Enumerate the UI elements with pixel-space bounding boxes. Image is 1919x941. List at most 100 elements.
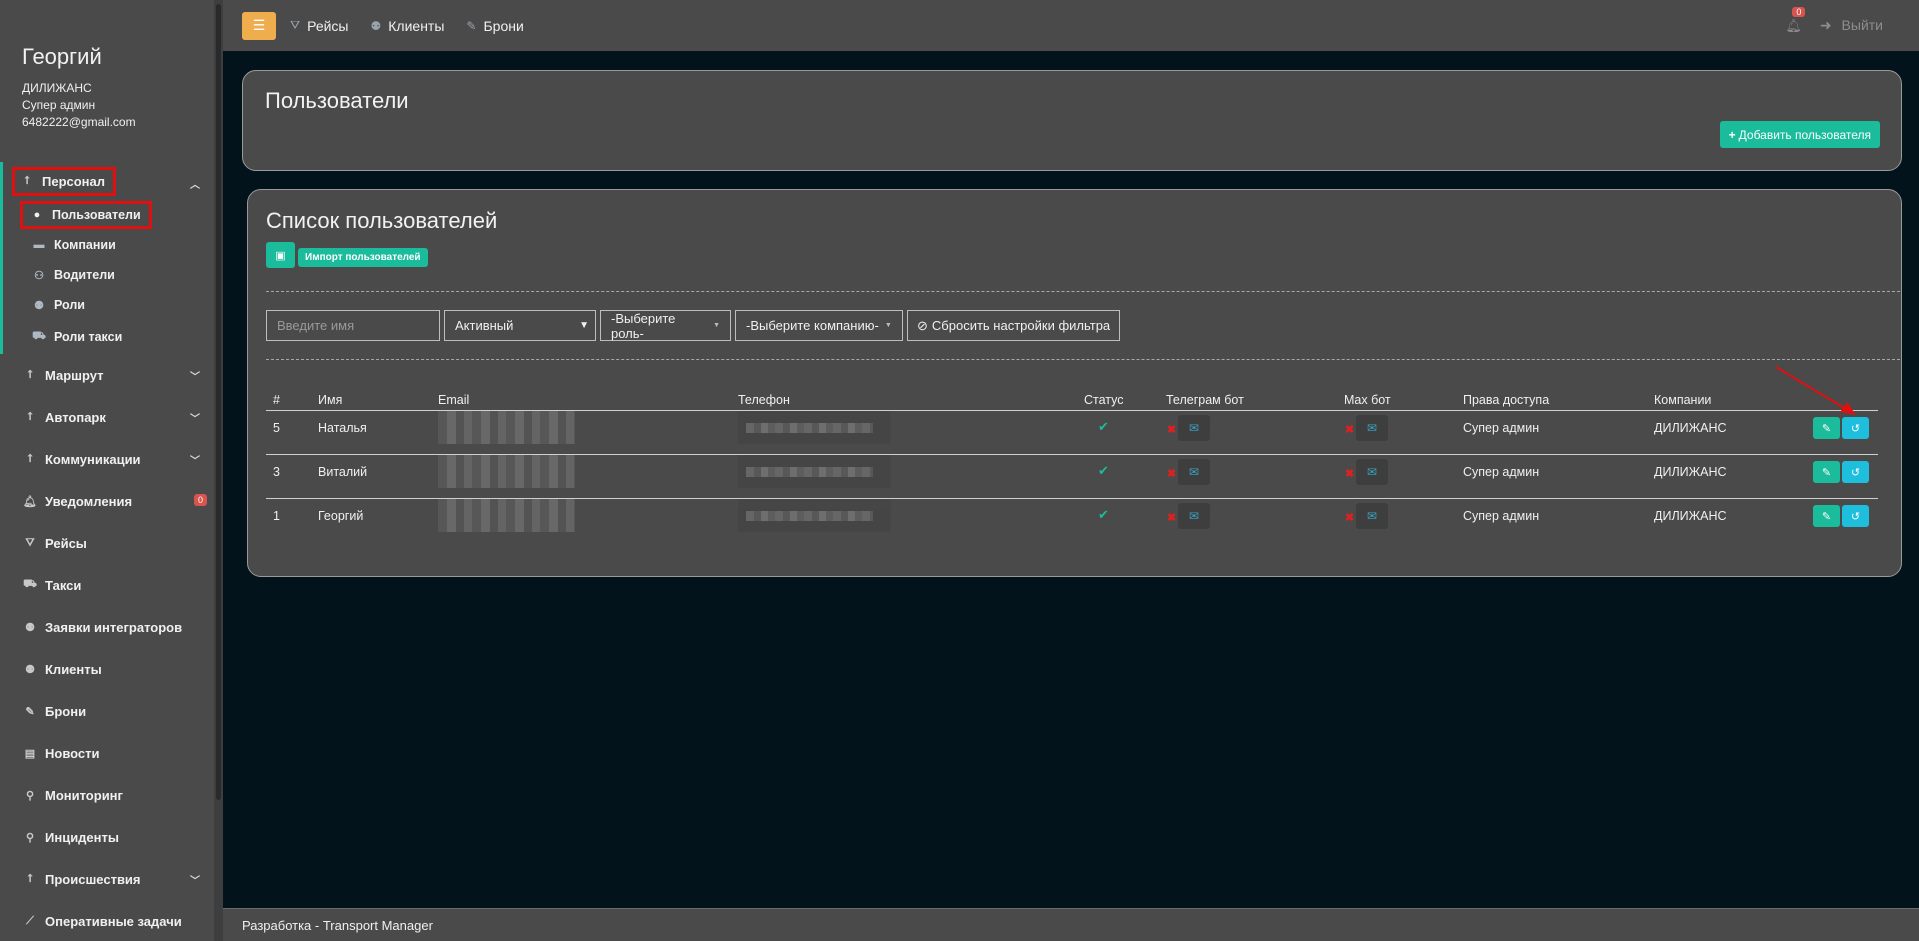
caret-down-icon: ▼	[713, 322, 720, 329]
max-message-button[interactable]: ✉	[1356, 459, 1388, 485]
sidebar-subitem-companies[interactable]: ▬ Компании	[3, 230, 214, 260]
user-profile: Георгий ДИЛИЖАНС Супер админ 6482222@gma…	[22, 44, 212, 131]
logout-label: Выйти	[1841, 17, 1883, 33]
sidebar-subitem-users[interactable]: ● Пользователи	[3, 200, 214, 230]
sidebar-item-operational-tasks[interactable]: ⟋ Оперативные задачи	[0, 900, 214, 941]
logout-link[interactable]: ➜ Выйти	[1820, 17, 1883, 34]
history-button[interactable]: ↺	[1842, 461, 1869, 483]
envelope-icon: ✉	[1188, 509, 1200, 523]
history-button[interactable]: ↺	[1842, 417, 1869, 439]
column-header: Статус	[1084, 393, 1124, 407]
briefcase-icon: ▬	[33, 239, 45, 251]
notifications-button[interactable]: 🔔︎ 0	[1785, 6, 1806, 34]
max-message-button[interactable]: ✉	[1356, 503, 1388, 529]
check-icon: ✔	[1098, 507, 1109, 522]
sidebar-item-integrator-requests[interactable]: ⚉ Заявки интеграторов	[0, 606, 214, 648]
sidebar-item-label: Оперативные задачи	[45, 913, 182, 929]
column-header: Компании	[1654, 393, 1712, 407]
sidebar-item-taxi[interactable]: ⛟ Такси	[0, 564, 214, 606]
sidebar: Георгий ДИЛИЖАНС Супер админ 6482222@gma…	[0, 0, 223, 941]
column-header: Max бот	[1344, 393, 1391, 407]
sort-icon: ⭡	[27, 410, 33, 423]
sidebar-item-communications[interactable]: ⭡ Коммуникации ﹀	[0, 438, 214, 480]
sidebar-item-label: Мониторинг	[45, 787, 123, 803]
sidebar-item-news[interactable]: ▤ Новости	[0, 732, 214, 774]
sidebar-item-fleet[interactable]: ⭡ Автопарк ﹀	[0, 396, 214, 438]
sidebar-item-clients[interactable]: ⚉ Клиенты	[0, 648, 214, 690]
group-icon: ⚇	[34, 269, 44, 282]
sidebar-item-monitoring[interactable]: ⚲ Мониторинг	[0, 774, 214, 816]
name-filter-input[interactable]: Введите имя	[266, 310, 440, 341]
column-header: Имя	[318, 393, 343, 407]
history-icon: ↺	[1850, 510, 1861, 523]
telegram-message-button[interactable]: ✉	[1178, 415, 1210, 441]
telegram-message-button[interactable]: ✉	[1178, 503, 1210, 529]
history-button[interactable]: ↺	[1842, 505, 1869, 527]
sidebar-item-accidents[interactable]: ⭡ Происшествия ﹀	[0, 858, 214, 900]
company-select[interactable]: -Выберите компанию- ▼	[735, 310, 903, 341]
chevron-down-icon: ﹀	[190, 414, 200, 425]
sidebar-subitem-taxi-roles[interactable]: ⛟ Роли такси	[3, 320, 214, 354]
sidebar-item-personnel[interactable]: ⭡ Персонал ︿	[3, 162, 214, 200]
edit-button[interactable]: ✎	[1813, 505, 1840, 527]
sidebar-scrollbar[interactable]	[214, 0, 223, 941]
top-navigation: ⛛ Рейсы ⚉ Клиенты ✎ Брони	[290, 18, 546, 34]
status-select[interactable]: Активный ▼	[444, 310, 596, 341]
profile-company: ДИЛИЖАНС	[22, 81, 92, 95]
divider	[266, 359, 1900, 360]
bell-icon: 🔔︎	[23, 495, 37, 508]
scrollbar-thumb[interactable]	[216, 4, 221, 800]
sidebar-subitem-label: Роли такси	[54, 330, 123, 344]
topnav-bookings[interactable]: ✎ Брони	[466, 18, 523, 34]
map-marker-icon: ⚲	[25, 831, 35, 844]
users-icon: ⚉	[34, 299, 44, 312]
edit-button[interactable]: ✎	[1813, 417, 1840, 439]
sidebar-item-trips[interactable]: ⛛ Рейсы	[0, 522, 214, 564]
sidebar-subitem-label: Роли	[54, 298, 85, 312]
sidebar-item-label: Новости	[45, 745, 100, 761]
menu-toggle-button[interactable]: ☰	[242, 11, 276, 40]
close-icon: ✖	[1345, 512, 1355, 524]
topnav-clients[interactable]: ⚉ Клиенты	[371, 18, 445, 34]
edit-button[interactable]: ✎	[1813, 461, 1840, 483]
sidebar-item-label: Инциденты	[45, 829, 119, 845]
profile-name: Георгий	[22, 44, 102, 69]
row-name: Виталий	[318, 465, 368, 479]
reset-filters-button[interactable]: ⊘ Сбросить настройки фильтра	[907, 310, 1121, 341]
envelope-icon: ✉	[1188, 465, 1200, 479]
notifications-badge: 0	[193, 494, 207, 506]
sidebar-item-label: Маршрут	[45, 367, 104, 383]
tasks-icon: ⟋	[26, 914, 34, 927]
chevron-down-icon: ▼	[579, 320, 589, 331]
edit-icon: ✎	[1821, 466, 1832, 479]
import-users-button[interactable]: Импорт пользователей	[298, 248, 428, 267]
table-header: # Имя Email Телефон Статус Телеграм бот …	[266, 383, 1878, 411]
sidebar-item-notifications[interactable]: 🔔︎ Уведомления 0	[0, 480, 214, 522]
sidebar-item-bookings[interactable]: ✎ Брони	[0, 690, 214, 732]
topnav-trips[interactable]: ⛛ Рейсы	[290, 18, 349, 34]
sidebar-subitem-drivers[interactable]: ⚇ Водители	[3, 260, 214, 290]
row-access: Супер админ	[1463, 421, 1540, 435]
sidebar-item-route[interactable]: ⭡ Маршрут ﹀	[0, 354, 214, 396]
filters-bar: Введите имя Активный ▼ -Выберите роль- ▼…	[266, 310, 1124, 341]
sidebar-item-incidents[interactable]: ⚲ Инциденты	[0, 816, 214, 858]
status-select-value: Активный	[455, 318, 514, 333]
redacted-email	[438, 411, 575, 444]
topnav-label: Клиенты	[388, 17, 445, 34]
sidebar-subitem-roles[interactable]: ⚉ Роли	[3, 290, 214, 320]
export-excel-button[interactable]: ▣	[266, 242, 295, 268]
sidebar-item-label: Происшествия	[45, 871, 141, 887]
telegram-message-button[interactable]: ✉	[1178, 459, 1210, 485]
row-id: 3	[273, 465, 280, 479]
footer: Разработка - Transport Manager	[223, 908, 1919, 941]
hamburger-icon: ☰	[252, 17, 266, 33]
topbar-right: 🔔︎ 0 ➜ Выйти	[1785, 0, 1883, 51]
map-marker-icon: ⚲	[25, 789, 35, 802]
row-company: ДИЛИЖАНС	[1654, 465, 1727, 479]
add-user-button[interactable]: + Добавить пользователя	[1719, 121, 1880, 148]
max-message-button[interactable]: ✉	[1356, 415, 1388, 441]
page-title: Пользователи	[265, 88, 409, 113]
company-select-value: -Выберите компанию-	[746, 318, 879, 333]
role-select[interactable]: -Выберите роль- ▼	[600, 310, 731, 341]
users-list-panel: Список пользователей ▣ Импорт пользовате…	[247, 189, 1902, 577]
